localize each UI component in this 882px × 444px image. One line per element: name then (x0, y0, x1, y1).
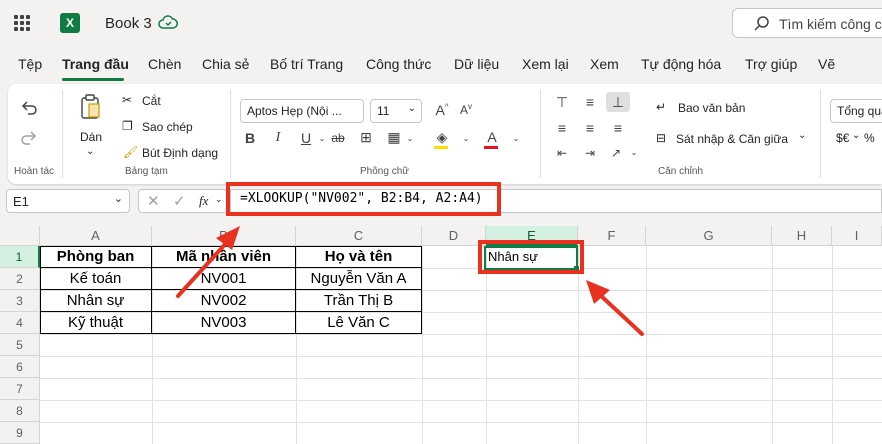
annotation-arrows (176, 226, 644, 336)
